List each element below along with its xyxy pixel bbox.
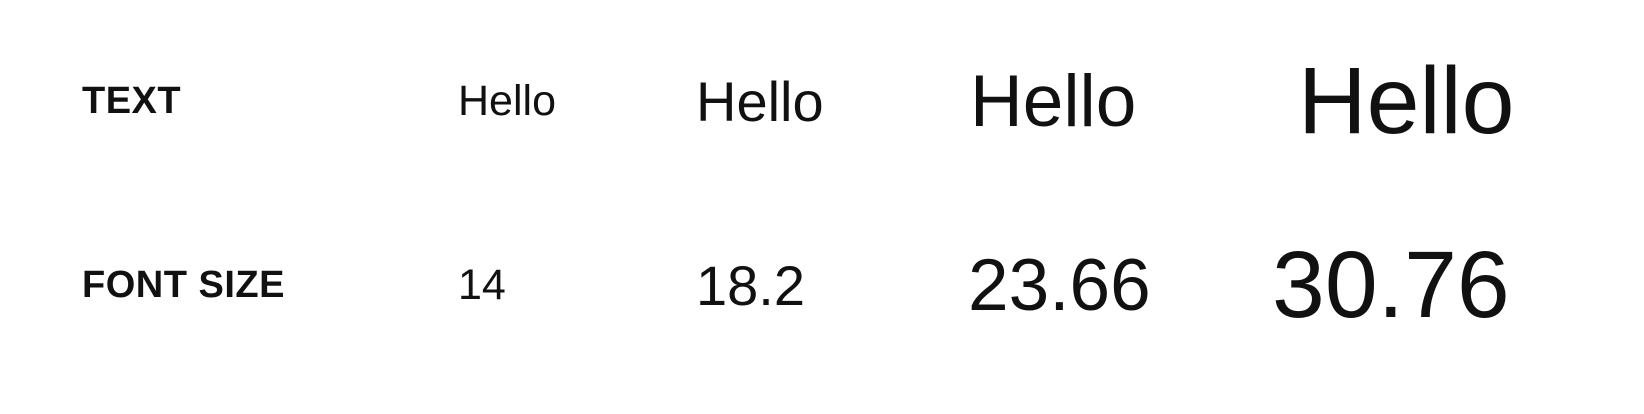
- sample-text-23-66: Hello: [970, 60, 1137, 142]
- text-row: TEXT Hello Hello Hello Hello: [0, 46, 1644, 156]
- sample-text-30-76: Hello: [1298, 47, 1515, 154]
- sample-text-18-2: Hello: [696, 69, 824, 133]
- sample-text-14: Hello: [458, 76, 556, 125]
- font-size-row-label: FONT SIZE: [82, 263, 285, 306]
- font-size-value: 23.66: [968, 244, 1151, 326]
- font-size-row: FONT SIZE 14 18.2 23.66 30.76: [0, 230, 1644, 340]
- font-size-value: 14: [458, 260, 506, 309]
- font-size-value: 30.76: [1272, 231, 1510, 338]
- font-size-value: 18.2: [696, 253, 805, 317]
- text-row-label: TEXT: [82, 79, 182, 122]
